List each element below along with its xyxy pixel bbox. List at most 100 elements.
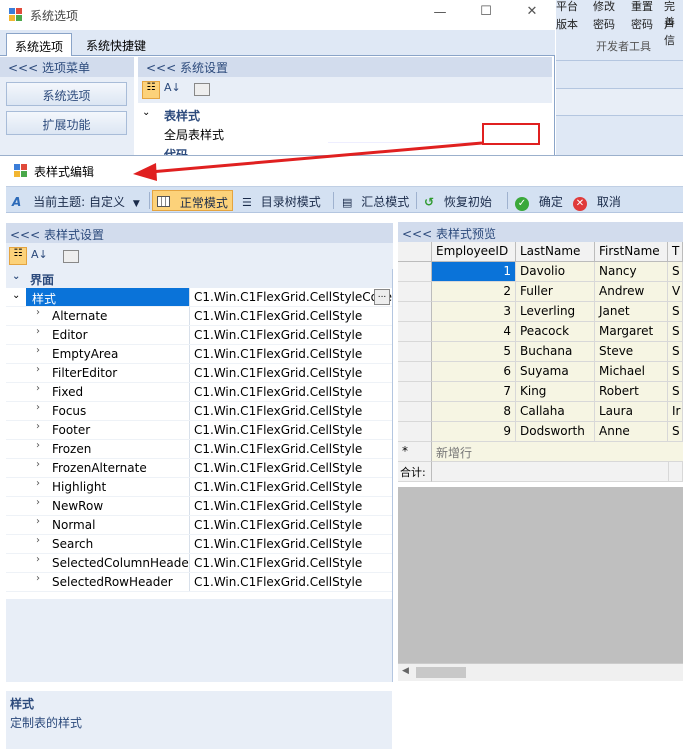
row-header[interactable] xyxy=(398,262,432,282)
table-cell[interactable]: 7 xyxy=(432,382,516,402)
column-header[interactable]: FirstName xyxy=(595,242,668,262)
table-row[interactable]: 1 Davolio Nancy S xyxy=(398,262,683,282)
minimize-icon[interactable]: — xyxy=(425,5,455,20)
normal-mode-button[interactable]: 正常模式 xyxy=(152,190,233,211)
table-row[interactable]: 7 King Robert S xyxy=(398,382,683,402)
ribbon-btn-password-2[interactable]: 密码 xyxy=(631,16,653,32)
property-row[interactable]: › Editor C1.Win.C1FlexGrid.CellStyle xyxy=(6,326,392,345)
property-pages-icon[interactable] xyxy=(194,83,210,96)
maximize-icon[interactable]: ☐ xyxy=(471,4,501,19)
tab-system-options[interactable]: 系统选项 xyxy=(6,33,73,56)
nav-system-options-button[interactable]: 系统选项 xyxy=(6,82,127,106)
ribbon-btn-password[interactable]: 密码 xyxy=(593,16,615,32)
chevron-right-icon[interactable]: › xyxy=(36,364,40,375)
table-cell[interactable]: 9 xyxy=(432,422,516,442)
bg-property-value[interactable] xyxy=(328,125,478,143)
table-cell[interactable]: Fuller xyxy=(516,282,595,302)
property-row[interactable]: › Frozen C1.Win.C1FlexGrid.CellStyle xyxy=(6,440,392,459)
property-row[interactable]: › FrozenAlternate C1.Win.C1FlexGrid.CellSt… xyxy=(6,459,392,478)
property-row[interactable]: › EmptyArea C1.Win.C1FlexGrid.CellStyle xyxy=(6,345,392,364)
row-header[interactable] xyxy=(398,322,432,342)
chevron-right-icon[interactable]: › xyxy=(36,459,40,470)
row-header[interactable] xyxy=(398,382,432,402)
table-cell[interactable]: Dodsworth xyxy=(516,422,595,442)
table-cell[interactable]: S xyxy=(668,362,683,382)
ribbon-btn-reset[interactable]: 重置 xyxy=(631,0,653,14)
chevron-right-icon[interactable]: › xyxy=(36,554,40,565)
property-row[interactable]: › Normal C1.Win.C1FlexGrid.CellStyle xyxy=(6,516,392,535)
table-row[interactable]: 4 Peacock Margaret S xyxy=(398,322,683,342)
property-row[interactable]: › Search C1.Win.C1FlexGrid.CellStyle xyxy=(6,535,392,554)
table-cell[interactable]: Leverling xyxy=(516,302,595,322)
table-row[interactable]: 6 Suyama Michael S xyxy=(398,362,683,382)
cancel-button[interactable]: ✕ 取消 xyxy=(569,190,625,211)
table-cell[interactable]: S xyxy=(668,382,683,402)
property-category[interactable]: ⌄ 界面 xyxy=(6,269,392,288)
table-cell[interactable]: Anne xyxy=(595,422,668,442)
chevron-right-icon[interactable]: › xyxy=(36,383,40,394)
table-cell[interactable]: Michael xyxy=(595,362,668,382)
table-cell[interactable]: Davolio xyxy=(516,262,595,282)
table-cell[interactable]: 2 xyxy=(432,282,516,302)
chevron-right-icon[interactable]: › xyxy=(36,402,40,413)
chevron-right-icon[interactable]: › xyxy=(36,516,40,527)
table-cell[interactable]: Peacock xyxy=(516,322,595,342)
row-header[interactable] xyxy=(398,362,432,382)
table-row[interactable]: 3 Leverling Janet S xyxy=(398,302,683,322)
property-row[interactable]: › Alternate C1.Win.C1FlexGrid.CellStyle xyxy=(6,307,392,326)
chevron-right-icon[interactable]: › xyxy=(36,307,40,318)
table-row[interactable]: 9 Dodsworth Anne S xyxy=(398,422,683,442)
tree-mode-button[interactable]: ☰ 目录树模式 xyxy=(238,190,325,211)
ribbon-btn-modify[interactable]: 修改 xyxy=(593,0,615,14)
chevron-right-icon[interactable]: › xyxy=(36,478,40,489)
table-cell[interactable]: S xyxy=(668,302,683,322)
table-cell[interactable]: Laura xyxy=(595,402,668,422)
table-cell[interactable]: Suyama xyxy=(516,362,595,382)
property-pages-icon[interactable] xyxy=(63,250,79,263)
row-header[interactable] xyxy=(398,302,432,322)
table-cell[interactable]: S xyxy=(668,342,683,362)
table-cell[interactable]: 5 xyxy=(432,342,516,362)
chevron-right-icon[interactable]: › xyxy=(36,345,40,356)
chevron-right-icon[interactable]: › xyxy=(36,326,40,337)
theme-dropdown[interactable]: A 当前主题: 自定义 ▼ xyxy=(8,190,144,211)
property-row[interactable]: › NewRow C1.Win.C1FlexGrid.CellStyle xyxy=(6,497,392,516)
table-cell[interactable]: Ir xyxy=(668,402,683,422)
table-cell[interactable]: 3 xyxy=(432,302,516,322)
ribbon-btn-platform[interactable]: 平台 xyxy=(556,0,578,14)
categorized-view-icon[interactable]: ☷ xyxy=(142,81,160,99)
table-row[interactable]: 8 Callaha Laura Ir xyxy=(398,402,683,422)
reset-button[interactable]: ↺ 恢复初始 xyxy=(420,190,496,211)
property-row[interactable]: › Footer C1.Win.C1FlexGrid.CellStyle xyxy=(6,421,392,440)
table-cell[interactable]: 4 xyxy=(432,322,516,342)
property-row[interactable]: › Focus C1.Win.C1FlexGrid.CellStyle xyxy=(6,402,392,421)
tab-system-shortcuts[interactable]: 系统快捷键 xyxy=(78,33,154,56)
table-cell[interactable]: Janet xyxy=(595,302,668,322)
scroll-thumb[interactable] xyxy=(416,667,466,678)
property-row[interactable]: › Highlight C1.Win.C1FlexGrid.CellStyle xyxy=(6,478,392,497)
column-header[interactable]: T xyxy=(668,242,683,262)
table-cell[interactable]: S xyxy=(668,422,683,442)
ribbon-btn-version[interactable]: 版本 xyxy=(556,16,578,32)
table-cell[interactable]: 6 xyxy=(432,362,516,382)
table-cell[interactable]: S xyxy=(668,322,683,342)
close-icon[interactable]: ✕ xyxy=(517,4,547,19)
collapse-icon[interactable]: ⌄ xyxy=(12,290,20,301)
table-cell[interactable]: Margaret xyxy=(595,322,668,342)
chevron-right-icon[interactable]: › xyxy=(36,421,40,432)
bg-category-expander-icon[interactable]: ⌄ xyxy=(142,107,150,118)
column-header[interactable]: EmployeeID xyxy=(432,242,516,262)
horizontal-scrollbar[interactable]: ◀ xyxy=(398,663,683,681)
scroll-left-icon[interactable]: ◀ xyxy=(402,666,409,676)
chevron-right-icon[interactable]: › xyxy=(36,535,40,546)
new-row[interactable]: * 新增行 xyxy=(398,442,683,462)
new-row-label[interactable]: 新增行 xyxy=(432,442,683,462)
property-row[interactable]: › Fixed C1.Win.C1FlexGrid.CellStyle xyxy=(6,383,392,402)
table-cell[interactable]: Nancy xyxy=(595,262,668,282)
row-header[interactable] xyxy=(398,342,432,362)
ellipsis-button[interactable]: ... xyxy=(374,289,390,305)
categorized-view-icon[interactable]: ☷ xyxy=(9,247,27,265)
table-cell[interactable]: Steve xyxy=(595,342,668,362)
property-row[interactable]: › SelectedRowHeader C1.Win.C1FlexGrid.Cell… xyxy=(6,573,392,592)
table-row[interactable]: 2 Fuller Andrew V xyxy=(398,282,683,302)
